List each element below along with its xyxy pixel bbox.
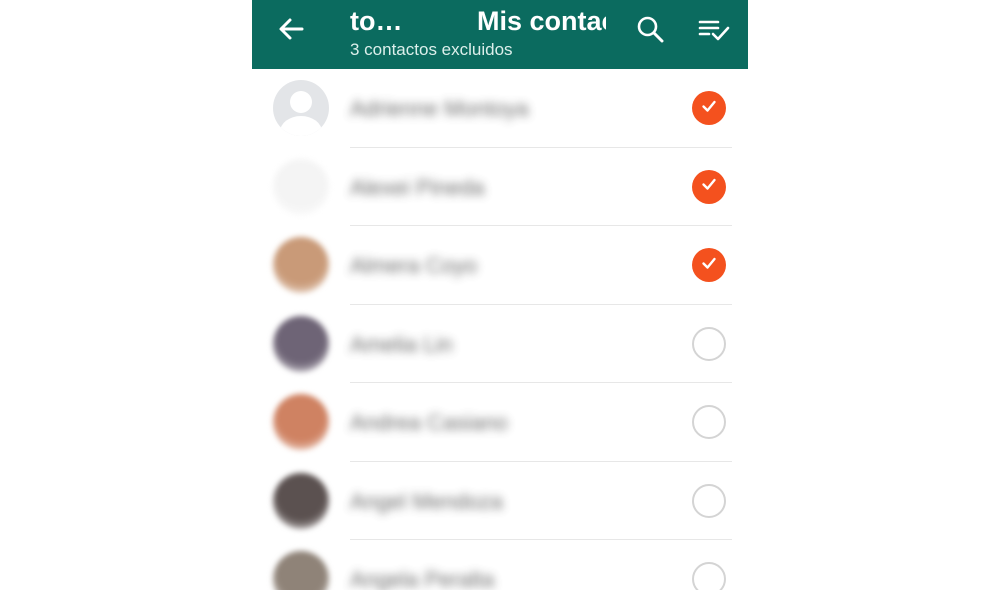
contact-name: Alexei Pineda	[350, 174, 485, 200]
app-bar-title: to… Mis contactos	[350, 4, 606, 38]
phone-screen: to… Mis contactos 3 contactos excluidos …	[252, 0, 748, 590]
checkbox-unchecked[interactable]	[692, 405, 726, 439]
checkbox-unchecked[interactable]	[692, 562, 726, 590]
checkmark-icon	[700, 254, 718, 277]
checkbox-checked[interactable]	[692, 91, 726, 125]
contact-row[interactable]: Angela Peralta	[252, 540, 748, 590]
contact-row[interactable]: Amelia Lin	[252, 305, 748, 383]
contact-row[interactable]: Angel Mendoza	[252, 462, 748, 540]
checkmark-icon	[700, 97, 718, 120]
search-icon	[636, 15, 664, 48]
contact-name: Almera Coyo	[350, 253, 478, 278]
contact-row[interactable]: Alexei Pineda	[252, 148, 748, 226]
contact-row[interactable]: Andrea Casiano	[252, 383, 748, 462]
contact-avatar	[273, 472, 329, 529]
contact-avatar	[273, 394, 329, 450]
page-title: Mis contactos	[477, 6, 606, 36]
arrow-left-icon	[278, 17, 304, 46]
contact-name: Adrienne Montoya	[350, 96, 529, 121]
contact-row[interactable]: Almera Coyo	[252, 226, 748, 305]
contact-avatar	[273, 315, 329, 372]
contact-avatar	[273, 158, 329, 215]
title-left: to…	[350, 6, 403, 36]
contact-name: Amelia Lin	[350, 331, 453, 357]
checkbox-unchecked[interactable]	[692, 326, 726, 361]
select-all-button[interactable]	[696, 14, 732, 48]
contact-name: Angel Mendoza	[350, 488, 503, 514]
checkbox-unchecked[interactable]	[692, 483, 726, 518]
back-button[interactable]	[274, 14, 308, 48]
search-button[interactable]	[633, 14, 667, 48]
checkbox-checked[interactable]	[692, 248, 726, 282]
excluded-count-subtitle: 3 contactos excluidos	[350, 40, 513, 59]
contact-avatar	[273, 237, 329, 293]
select-all-icon	[698, 17, 730, 46]
checkbox-checked[interactable]	[692, 169, 726, 204]
contact-name: Andrea Casiano	[350, 410, 508, 435]
contact-name: Angela Peralta	[350, 567, 495, 590]
app-bar: to… Mis contactos 3 contactos excluidos	[252, 0, 748, 69]
contact-list: Adrienne Montoya Alexei Pineda Almera Coyo…	[252, 69, 748, 590]
contact-avatar	[273, 80, 329, 136]
contact-row[interactable]: Adrienne Montoya	[252, 69, 748, 148]
checkmark-icon	[700, 175, 718, 198]
contact-avatar	[273, 551, 329, 590]
